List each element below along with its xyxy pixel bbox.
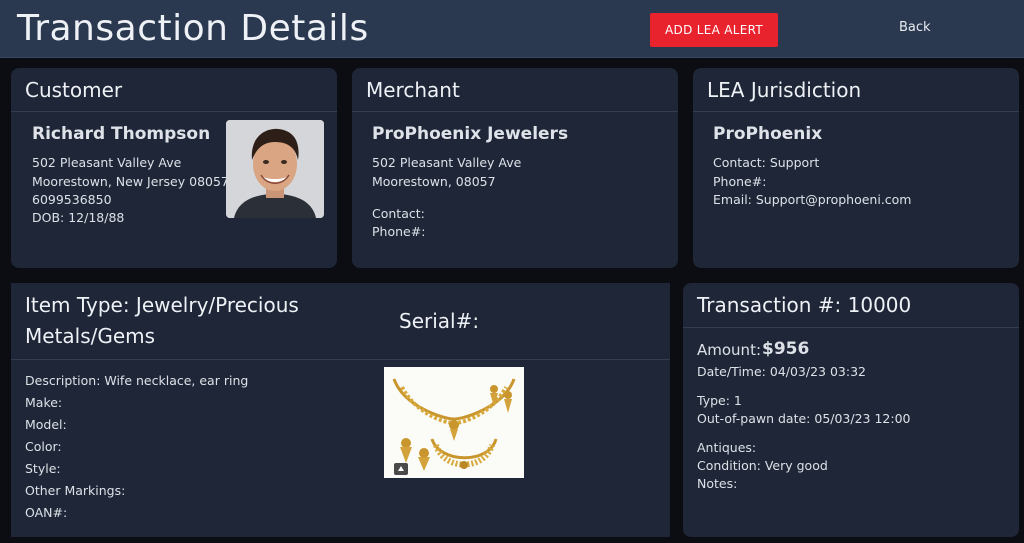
- transaction-datetime: Date/Time: 04/03/23 03:32: [697, 364, 867, 379]
- page-header: Transaction Details ADD LEA ALERT Back: [0, 0, 1024, 58]
- item-color: Color:: [25, 439, 62, 454]
- add-lea-alert-button[interactable]: ADD LEA ALERT: [650, 13, 778, 47]
- transaction-out-of-pawn-date: Out-of-pawn date: 05/03/23 12:00: [697, 411, 911, 426]
- merchant-contact: Contact:: [372, 206, 425, 221]
- item-style: Style:: [25, 461, 61, 476]
- item-type-line2: Metals/Gems: [25, 324, 156, 348]
- divider: [11, 111, 337, 112]
- transaction-amount-value: $956: [762, 339, 810, 359]
- divider: [11, 359, 670, 360]
- lea-phone: Phone#:: [713, 174, 767, 189]
- item-oan: OAN#:: [25, 505, 68, 520]
- merchant-phone: Phone#:: [372, 224, 426, 239]
- customer-photo: [226, 120, 324, 218]
- page-title: Transaction Details: [17, 8, 369, 49]
- divider: [693, 111, 1019, 112]
- merchant-heading: Merchant: [366, 78, 460, 102]
- transaction-card: [683, 283, 1019, 537]
- lea-heading: LEA Jurisdiction: [707, 78, 862, 102]
- item-other-markings: Other Markings:: [25, 483, 126, 498]
- jewelry-image: [384, 367, 524, 478]
- transaction-amount-label: Amount:: [697, 341, 761, 359]
- item-description: Description: Wife necklace, ear ring: [25, 373, 249, 388]
- merchant-name: ProPhoenix Jewelers: [372, 124, 569, 144]
- transaction-condition: Condition: Very good: [697, 458, 828, 473]
- divider: [683, 327, 1019, 328]
- item-make: Make:: [25, 395, 63, 410]
- customer-heading: Customer: [25, 78, 123, 102]
- transaction-notes: Notes:: [697, 476, 738, 491]
- transaction-number: Transaction #: 10000: [697, 293, 912, 317]
- customer-phone: 6099536850: [32, 192, 112, 207]
- customer-address-line2: Moorestown, New Jersey 08057: [32, 174, 229, 189]
- divider: [352, 111, 678, 112]
- transaction-antiques: Antiques:: [697, 440, 757, 455]
- merchant-address-line2: Moorestown, 08057: [372, 174, 496, 189]
- back-button[interactable]: Back: [899, 20, 931, 35]
- item-model: Model:: [25, 417, 67, 432]
- item-serial: Serial#:: [399, 309, 480, 333]
- lea-email: Email: Support@prophoeni.com: [713, 192, 912, 207]
- customer-photo-image: [226, 120, 324, 218]
- item-photo[interactable]: [384, 367, 524, 478]
- merchant-address-line1: 502 Pleasant Valley Ave: [372, 155, 522, 170]
- customer-address-line1: 502 Pleasant Valley Ave: [32, 155, 182, 170]
- transaction-type: Type: 1: [697, 393, 742, 408]
- customer-name: Richard Thompson: [32, 124, 211, 144]
- item-type-line1: Item Type: Jewelry/Precious: [25, 293, 299, 317]
- lea-name: ProPhoenix: [713, 124, 823, 144]
- customer-dob: DOB: 12/18/88: [32, 210, 125, 225]
- item-card: [11, 283, 670, 537]
- lea-contact: Contact: Support: [713, 155, 820, 170]
